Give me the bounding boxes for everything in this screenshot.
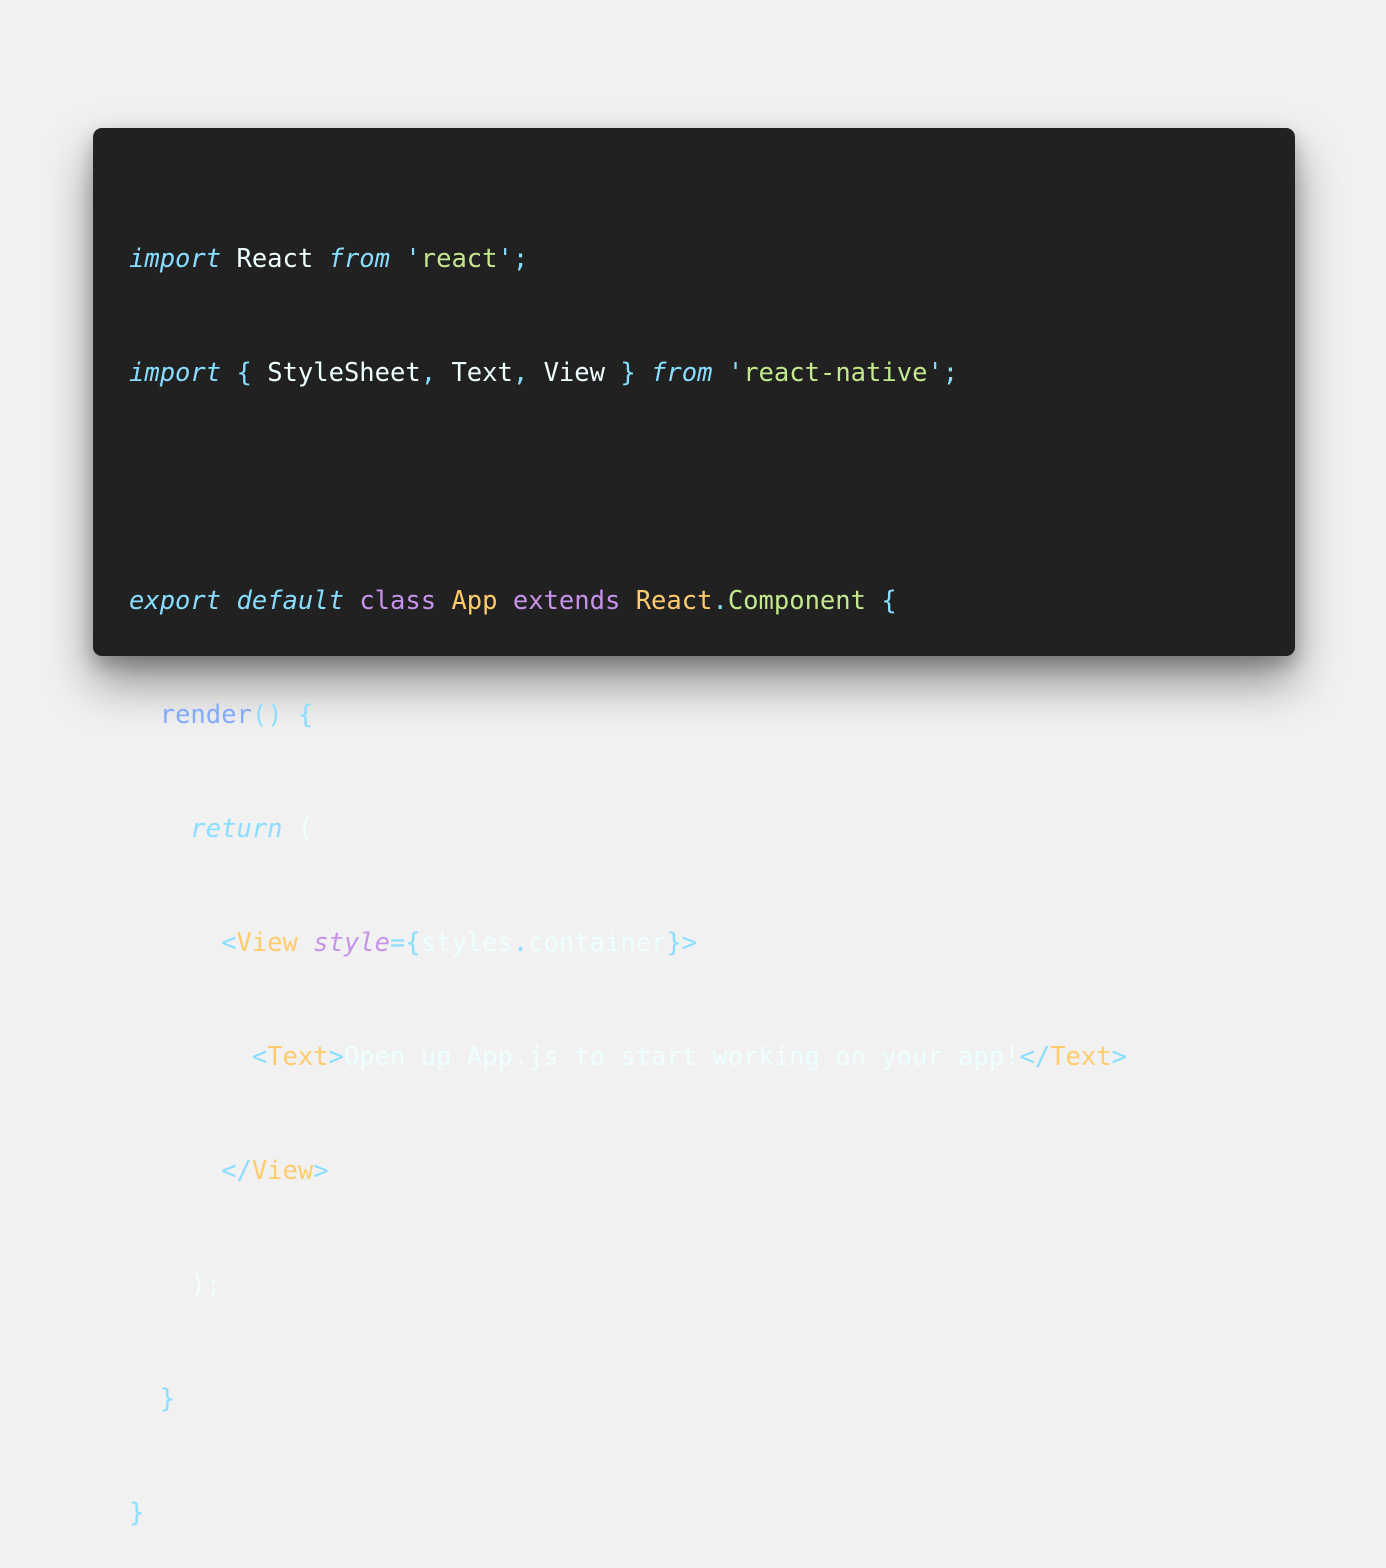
code-line-1: import React from 'react'; — [129, 240, 1127, 278]
code-token: { — [405, 928, 421, 958]
code-token: View — [251, 1156, 314, 1186]
code-token: '; — [927, 358, 959, 388]
code-token: . — [512, 928, 529, 958]
code-token: , — [420, 358, 452, 388]
code-token: > — [313, 1156, 329, 1186]
code-token: View — [543, 358, 605, 388]
code-token: ); — [129, 1270, 222, 1300]
code-token: React — [635, 586, 713, 616]
code-token: Text — [451, 358, 513, 388]
code-token: from — [328, 244, 391, 274]
code-token: < — [129, 1042, 268, 1072]
code-token: App — [451, 586, 498, 616]
code-token: '; — [497, 244, 529, 274]
code-token: class — [359, 586, 437, 616]
code-token: ' — [390, 244, 421, 274]
code-token: = — [390, 928, 406, 958]
code-token: extends — [512, 586, 621, 616]
code-line-4: export default class App extends React.C… — [129, 582, 1127, 620]
code-token: </ — [1019, 1042, 1051, 1072]
code-token: container — [528, 928, 667, 958]
code-block: import React from 'react'; import { Styl… — [129, 164, 1127, 1568]
code-token: from — [651, 358, 713, 388]
code-token: default — [236, 586, 344, 616]
code-token: import — [129, 244, 222, 274]
code-token: < — [129, 928, 237, 958]
code-token: Text — [1050, 1042, 1112, 1072]
code-token: > — [328, 1042, 344, 1072]
code-token: react-native — [743, 358, 928, 388]
code-token: { — [865, 586, 897, 616]
code-token: () { — [251, 700, 314, 730]
code-line-11: } — [129, 1380, 1127, 1418]
code-line-6: return ( — [129, 810, 1127, 848]
code-line-5: render() { — [129, 696, 1127, 734]
code-token: Open up App.js to start working on your … — [343, 1042, 1020, 1072]
code-line-2: import { StyleSheet, Text, View } from '… — [129, 354, 1127, 392]
code-token: } — [605, 358, 652, 388]
code-token: }> — [666, 928, 698, 958]
code-token: export — [129, 586, 222, 616]
code-line-7: <View style={styles.container}> — [129, 924, 1127, 962]
code-token: style — [313, 928, 391, 958]
code-token: styles — [420, 928, 513, 958]
code-line-9: </View> — [129, 1152, 1127, 1190]
code-token: Text — [267, 1042, 329, 1072]
code-line-8: <Text>Open up App.js to start working on… — [129, 1038, 1127, 1076]
code-token: > — [1111, 1042, 1127, 1072]
code-token: StyleSheet — [267, 358, 421, 388]
code-line-12: } — [129, 1494, 1127, 1532]
code-token: render — [159, 700, 252, 730]
code-token: , — [512, 358, 544, 388]
code-token: </ — [129, 1156, 252, 1186]
code-snippet-card: import React from 'react'; import { Styl… — [93, 128, 1295, 1528]
code-token: . — [712, 586, 728, 616]
code-token: View — [236, 928, 298, 958]
code-token: import — [129, 358, 222, 388]
code-token: } — [129, 1384, 176, 1414]
code-token: Component — [727, 586, 866, 616]
code-token: react — [420, 244, 498, 274]
code-token: ( — [282, 814, 314, 844]
code-token: } — [129, 1498, 145, 1528]
code-token: { — [221, 358, 268, 388]
code-token: ' — [712, 358, 744, 388]
code-line-10: ); — [129, 1266, 1127, 1304]
code-token: return — [190, 814, 283, 844]
code-token: React — [221, 244, 329, 274]
